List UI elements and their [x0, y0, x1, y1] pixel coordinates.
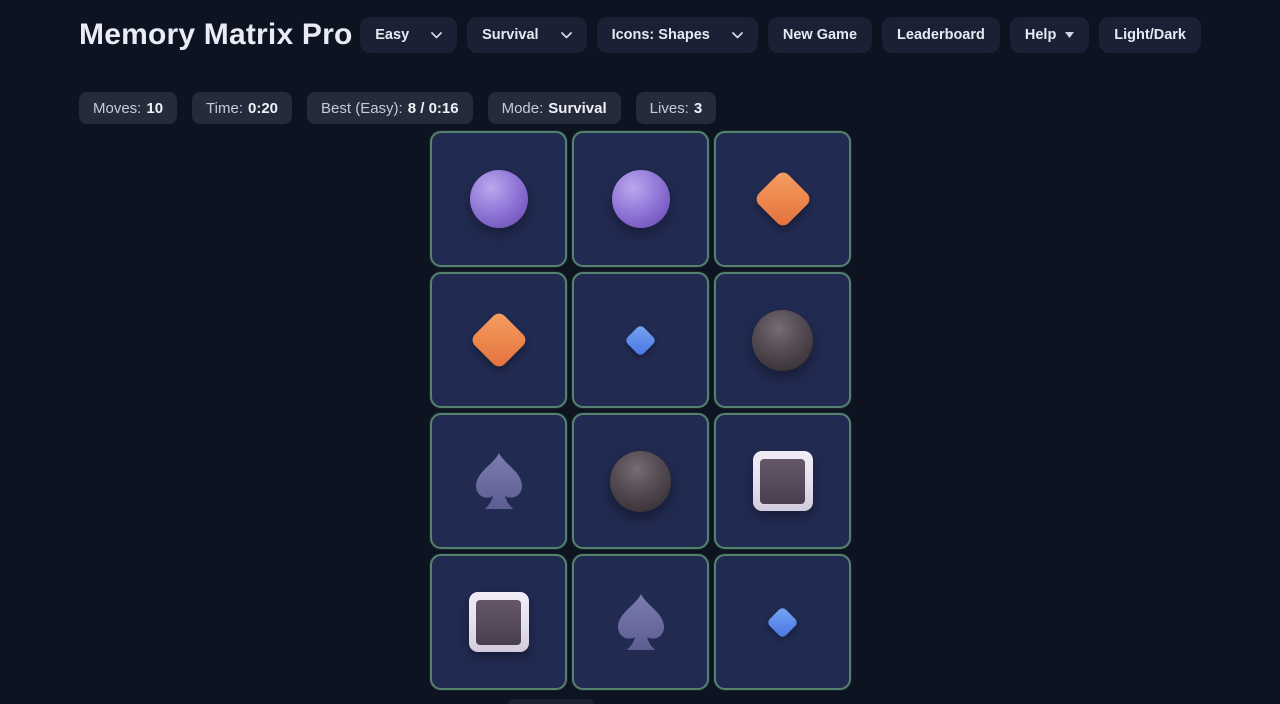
blue-diamond-icon	[624, 324, 657, 357]
spade-icon	[609, 590, 673, 654]
white-square-icon	[469, 592, 529, 652]
chevron-down-icon	[732, 32, 743, 39]
moves-value: 10	[146, 100, 163, 117]
header: Memory Matrix Pro Easy Survival Icons: S…	[0, 0, 1280, 57]
spade-icon	[467, 449, 531, 513]
game-page: Memory Matrix Pro Easy Survival Icons: S…	[0, 0, 1280, 704]
help-button-label: Help	[1025, 27, 1056, 43]
card[interactable]	[572, 554, 709, 690]
partial-element-bottom	[508, 699, 594, 704]
blue-diamond-icon	[766, 606, 799, 639]
theme-toggle-button[interactable]: Light/Dark	[1099, 17, 1201, 53]
card[interactable]	[430, 413, 567, 549]
chevron-down-icon	[561, 32, 572, 39]
card[interactable]	[714, 272, 851, 408]
mode-value: Survival	[548, 100, 606, 117]
time-value: 0:20	[248, 100, 278, 117]
card[interactable]	[714, 131, 851, 267]
lives-value: 3	[694, 100, 702, 117]
white-square-icon	[753, 451, 813, 511]
help-button[interactable]: Help	[1010, 17, 1089, 53]
dark-sphere-icon	[610, 451, 671, 512]
app-title: Memory Matrix Pro	[79, 18, 352, 52]
mode-stat: Mode: Survival	[488, 92, 621, 124]
lives-label: Lives:	[650, 100, 689, 117]
best-label: Best (Easy):	[321, 100, 403, 117]
card[interactable]	[430, 272, 567, 408]
card-grid	[430, 131, 851, 690]
lives-stat: Lives: 3	[636, 92, 717, 124]
mode-select[interactable]: Survival	[467, 17, 586, 53]
card[interactable]	[430, 554, 567, 690]
moves-label: Moves:	[93, 100, 141, 117]
chevron-down-icon	[431, 32, 442, 39]
difficulty-select-value: Easy	[375, 27, 409, 43]
time-label: Time:	[206, 100, 243, 117]
white-square-inner	[760, 459, 805, 504]
new-game-button[interactable]: New Game	[768, 17, 872, 53]
best-value: 8 / 0:16	[408, 100, 459, 117]
difficulty-select[interactable]: Easy	[360, 17, 457, 53]
card[interactable]	[572, 131, 709, 267]
dark-sphere-icon	[752, 310, 813, 371]
mode-select-value: Survival	[482, 27, 538, 43]
card[interactable]	[430, 131, 567, 267]
orange-diamond-icon	[469, 310, 528, 369]
time-stat: Time: 0:20	[192, 92, 292, 124]
caret-down-icon	[1065, 32, 1074, 38]
white-square-inner	[476, 600, 521, 645]
header-controls: Easy Survival Icons: Shapes New Game Lea…	[360, 17, 1201, 53]
moves-stat: Moves: 10	[79, 92, 177, 124]
purple-circle-icon	[470, 170, 528, 228]
icon-set-select[interactable]: Icons: Shapes	[597, 17, 758, 53]
best-stat: Best (Easy): 8 / 0:16	[307, 92, 473, 124]
card[interactable]	[714, 554, 851, 690]
orange-diamond-icon	[753, 169, 812, 228]
card[interactable]	[572, 272, 709, 408]
purple-circle-icon	[612, 170, 670, 228]
stats-bar: Moves: 10 Time: 0:20 Best (Easy): 8 / 0:…	[0, 92, 1280, 124]
icon-set-select-value: Icons: Shapes	[612, 27, 710, 43]
card[interactable]	[714, 413, 851, 549]
card[interactable]	[572, 413, 709, 549]
leaderboard-button[interactable]: Leaderboard	[882, 17, 1000, 53]
mode-label: Mode:	[502, 100, 544, 117]
